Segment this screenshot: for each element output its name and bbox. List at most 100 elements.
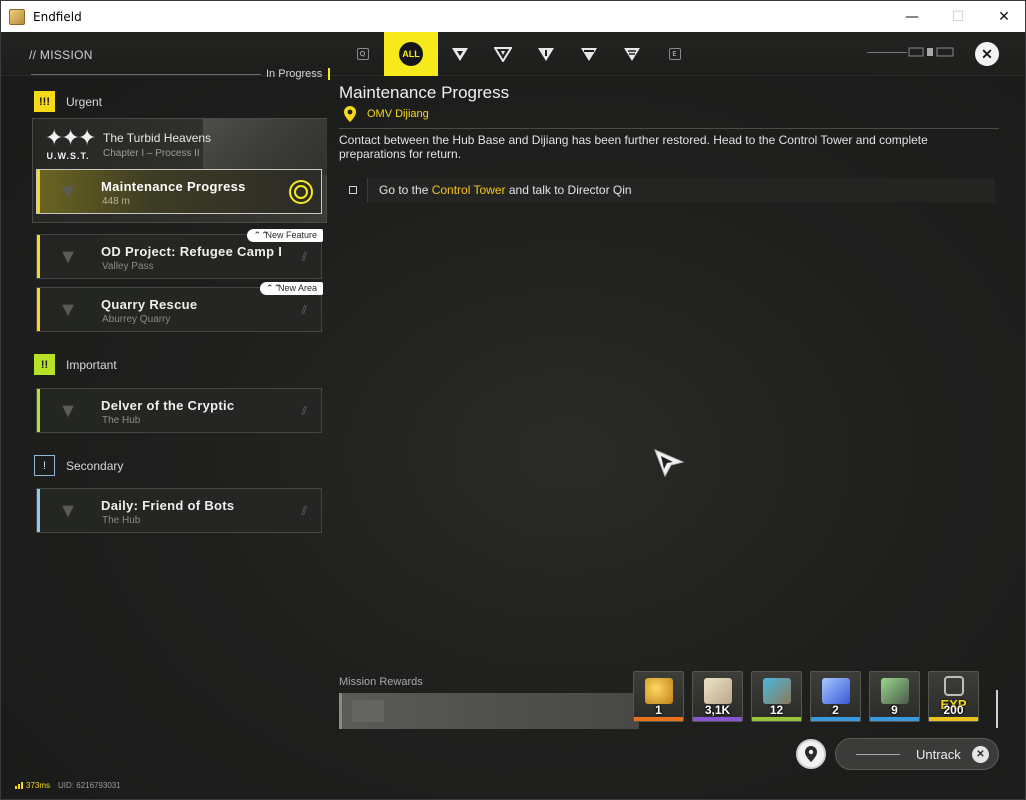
section-urgent: !!! Urgent bbox=[34, 91, 102, 112]
section-label: Secondary bbox=[66, 458, 124, 473]
component-icon bbox=[881, 678, 909, 704]
app-window: Endfield — ☐ ✕ // MISSION Q ALL E ✕ In P… bbox=[0, 0, 1026, 800]
location-name[interactable]: OMV Dijiang bbox=[367, 108, 429, 120]
close-window-button[interactable]: ✕ bbox=[981, 1, 1025, 32]
mission-location: Valley Pass bbox=[102, 261, 154, 272]
rewards-label: Mission Rewards bbox=[339, 676, 423, 688]
maximize-button[interactable]: ☐ bbox=[935, 1, 981, 32]
new-area-badge: ⌃⌃ New Area bbox=[259, 282, 323, 295]
mission-location: The Hub bbox=[102, 415, 141, 426]
section-label: Urgent bbox=[66, 94, 103, 109]
divider bbox=[339, 128, 999, 129]
chevron-up-icon: ⌃⌃ bbox=[265, 283, 282, 293]
stripe bbox=[37, 170, 40, 213]
chevron-up-icon: ⌃⌃ bbox=[253, 230, 269, 240]
tab-important[interactable] bbox=[481, 32, 524, 76]
mission-title: OD Project: Refugee Camp I bbox=[101, 244, 283, 259]
objective-row: Go to the Control Tower and talk to Dire… bbox=[367, 178, 995, 202]
mission-description: Contact between the Hub Base and Dijiang… bbox=[339, 133, 928, 161]
rewards-bar bbox=[339, 693, 639, 729]
tab-all[interactable]: ALL bbox=[384, 32, 438, 76]
detail-title: Maintenance Progress bbox=[339, 83, 510, 102]
reward-item[interactable]: 2 bbox=[810, 671, 861, 722]
mission-screen: // MISSION Q ALL E ✕ In Progress !!! Urg… bbox=[1, 32, 1025, 799]
close-icon: ✕ bbox=[972, 746, 989, 763]
reward-item[interactable]: 3,1K bbox=[692, 671, 743, 722]
window-title: Endfield bbox=[33, 9, 82, 24]
mission-item-od-project[interactable]: ▼ OD Project: Refugee Camp I Valley Pass… bbox=[36, 229, 323, 279]
cursor-icon bbox=[654, 449, 685, 478]
objective-text: Go to the Control Tower and talk to Dire… bbox=[379, 183, 632, 197]
chapter-subtitle: Chapter I – Process II bbox=[103, 148, 200, 159]
hatch-icon: ⫽ bbox=[301, 404, 307, 418]
mission-item-delver-of-the-cryptic[interactable]: ▼ Delver of the Cryptic The Hub ⫽ bbox=[36, 388, 322, 433]
urgent-filter-icon bbox=[451, 48, 468, 61]
tracking-target-icon bbox=[289, 180, 313, 204]
window-controls: — ☐ ✕ bbox=[889, 1, 1025, 32]
filter-tabs: Q ALL E bbox=[341, 32, 696, 76]
uid-label: UID: 6216793031 bbox=[58, 781, 121, 790]
mission-emblem-icon: ▼ bbox=[58, 400, 78, 422]
mission-emblem-icon: ▼ bbox=[58, 500, 78, 522]
reward-item[interactable]: 1 bbox=[633, 671, 684, 722]
mission-item-maintenance-progress[interactable]: ▼ Maintenance Progress 448 m bbox=[36, 169, 322, 214]
section-secondary: ! Secondary bbox=[34, 455, 123, 476]
mission-title: Maintenance Progress bbox=[101, 179, 246, 194]
close-icon[interactable]: ✕ bbox=[975, 42, 999, 66]
map-pin-icon bbox=[805, 746, 817, 762]
mission-distance: 448 m bbox=[102, 196, 130, 207]
section-important: !! Important bbox=[34, 354, 117, 375]
untrack-label: Untrack bbox=[916, 747, 961, 762]
stripe bbox=[37, 288, 40, 331]
stripe bbox=[37, 235, 40, 278]
hatch-icon: ⫽ bbox=[301, 250, 307, 264]
blue-crystal-icon bbox=[822, 678, 850, 704]
divider bbox=[31, 74, 261, 75]
map-pin-button[interactable] bbox=[796, 739, 826, 769]
mission-item-daily-friend-of-bots[interactable]: ▼ Daily: Friend of Bots The Hub ⫽ bbox=[36, 488, 322, 533]
signal-icon bbox=[15, 782, 23, 789]
decorative-readout bbox=[867, 46, 957, 60]
tab-urgent[interactable] bbox=[438, 32, 481, 76]
reward-item[interactable]: 12 bbox=[751, 671, 802, 722]
tab-secondary[interactable] bbox=[610, 32, 653, 76]
decor-line bbox=[856, 754, 900, 755]
bracket-decor bbox=[326, 68, 330, 80]
tab-exploration[interactable] bbox=[567, 32, 610, 76]
objective-highlight: Control Tower bbox=[431, 183, 506, 197]
mission-location: The Hub bbox=[102, 515, 141, 526]
secondary-filter-icon bbox=[623, 48, 640, 61]
ping-value: 373ms bbox=[26, 781, 51, 790]
reward-item[interactable]: EXP 200 bbox=[928, 671, 979, 722]
tab-story[interactable] bbox=[524, 32, 567, 76]
mission-title: Daily: Friend of Bots bbox=[101, 498, 235, 513]
uwst-logo: ✦✦✦ U.W.S.T. bbox=[45, 125, 96, 161]
stripe bbox=[37, 389, 40, 432]
mission-location: Aburrey Quarry bbox=[102, 314, 171, 325]
mission-title: Quarry Rescue bbox=[101, 297, 198, 312]
crate-icon bbox=[352, 700, 384, 722]
chapter-title: The Turbid Heavens bbox=[103, 131, 212, 145]
location-pin-icon bbox=[344, 106, 356, 122]
key-e-icon[interactable]: E bbox=[653, 32, 696, 76]
new-feature-badge: ⌃⌃ New Feature bbox=[247, 229, 323, 242]
mission-emblem-icon: ▼ bbox=[58, 181, 78, 203]
secondary-icon: ! bbox=[34, 455, 55, 476]
app-icon bbox=[9, 8, 25, 25]
mission-item-quarry-rescue[interactable]: ▼ Quarry Rescue Aburrey Quarry ⫽ ⌃⌃ New A… bbox=[36, 282, 323, 332]
mission-title: Delver of the Cryptic bbox=[101, 398, 235, 413]
key-q-icon[interactable]: Q bbox=[341, 32, 384, 76]
currency-notes-icon bbox=[704, 678, 732, 704]
section-title: // MISSION bbox=[29, 48, 93, 62]
gold-crystal-icon bbox=[645, 678, 673, 704]
status-footer: 373ms UID: 6216793031 bbox=[15, 781, 121, 790]
exploration-filter-icon bbox=[580, 48, 597, 61]
reward-item[interactable]: 9 bbox=[869, 671, 920, 722]
exp-icon bbox=[944, 676, 964, 696]
title-bar: Endfield — ☐ ✕ bbox=[1, 1, 1025, 32]
untrack-button[interactable]: Untrack ✕ bbox=[835, 738, 999, 770]
story-filter-icon bbox=[537, 48, 554, 61]
minimize-button[interactable]: — bbox=[889, 1, 935, 32]
hatch-icon: ⫽ bbox=[301, 504, 307, 518]
chapter-art bbox=[203, 119, 327, 175]
